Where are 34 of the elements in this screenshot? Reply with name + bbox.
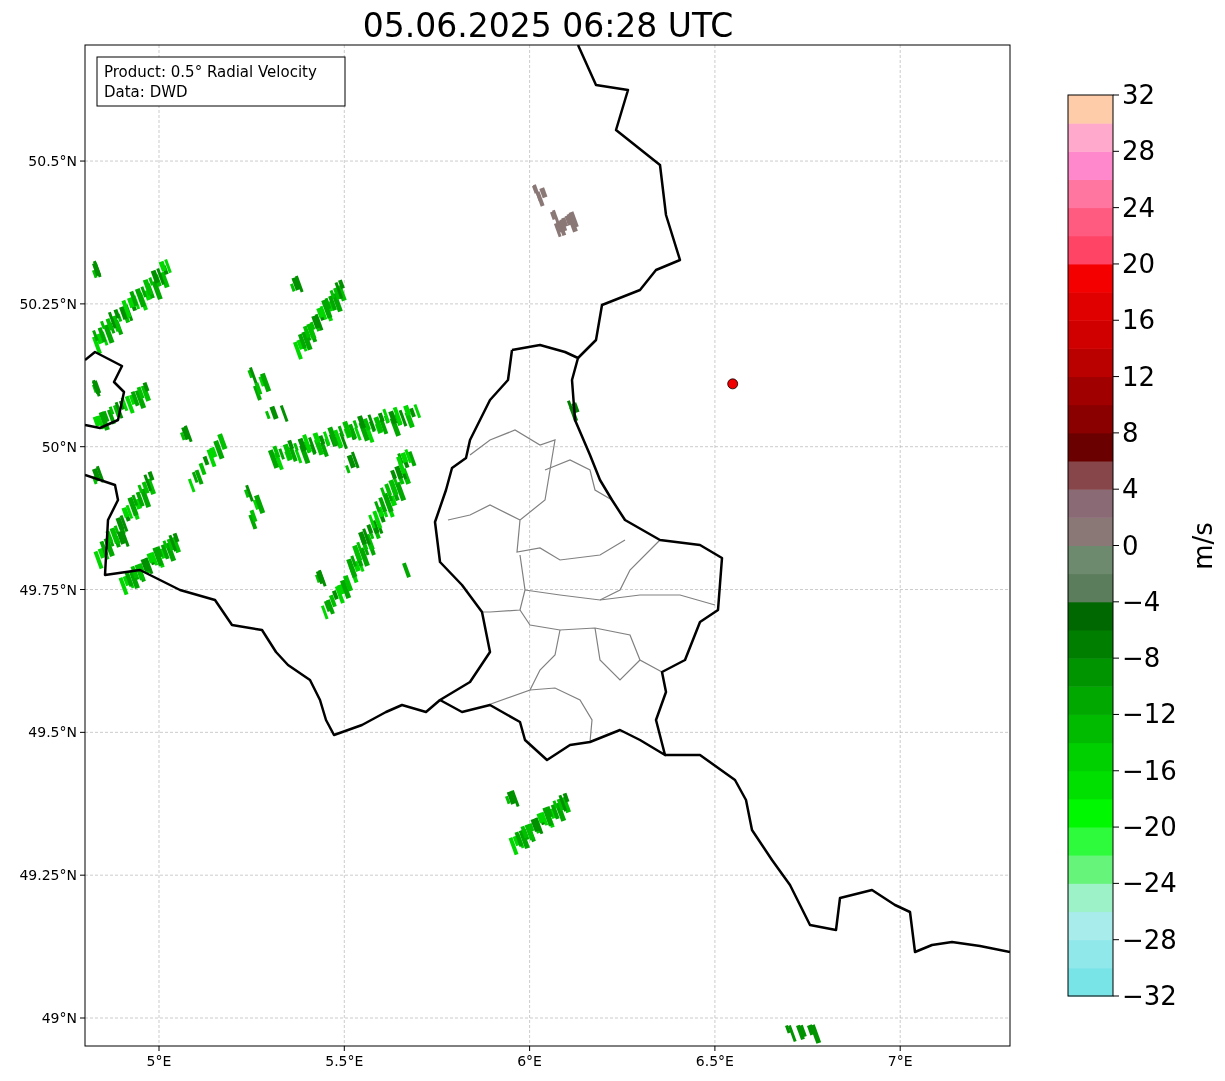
- latitude-label: 50°N: [41, 438, 77, 455]
- colorbar-label: 12: [1122, 361, 1156, 392]
- colorbar-unit: m/s: [1188, 522, 1218, 570]
- longitude-label: 5°E: [146, 1053, 172, 1069]
- latitude-label: 50.5°N: [28, 153, 77, 170]
- colorbar-label: −4: [1122, 586, 1161, 617]
- latitude-label: 49°N: [41, 1010, 77, 1026]
- info-text: Product: 0.5° Radial Velocity: [104, 63, 317, 81]
- longitude-label: 5.5°E: [325, 1053, 364, 1069]
- longitude-label: 7°E: [887, 1053, 913, 1069]
- colorbar-label: −12: [1122, 699, 1177, 730]
- colorbar-label: 28: [1122, 136, 1156, 167]
- latitude-label: 49.5°N: [28, 724, 77, 741]
- colorbar-label: −16: [1122, 755, 1177, 786]
- colorbar-label: 24: [1122, 192, 1156, 223]
- colorbar-label: 4: [1122, 474, 1139, 505]
- radar-site-marker: [727, 378, 739, 390]
- colorbar-label: 0: [1122, 530, 1139, 561]
- colorbar-label: −24: [1122, 868, 1177, 899]
- latitude-label: 50.25°N: [19, 295, 77, 312]
- chart-title: 05.06.2025 06:28 UTC: [362, 6, 734, 45]
- colorbar-label: −32: [1122, 981, 1177, 1011]
- latitude-label: 49.25°N: [19, 867, 77, 884]
- colorbar-label: 16: [1122, 305, 1156, 336]
- colorbar-label: −28: [1122, 924, 1177, 955]
- longitude-label: 6.5°E: [695, 1053, 734, 1069]
- colorbar-label: −8: [1122, 643, 1161, 674]
- colorbar-label: 8: [1122, 417, 1139, 448]
- colorbar-label: −20: [1122, 812, 1177, 843]
- latitude-label: 49.75°N: [19, 581, 77, 598]
- longitude-label: 6°E: [517, 1053, 542, 1069]
- colorbar-label: 20: [1122, 248, 1156, 279]
- colorbar-label: 32: [1122, 80, 1156, 110]
- info-text: Data: DWD: [104, 83, 188, 101]
